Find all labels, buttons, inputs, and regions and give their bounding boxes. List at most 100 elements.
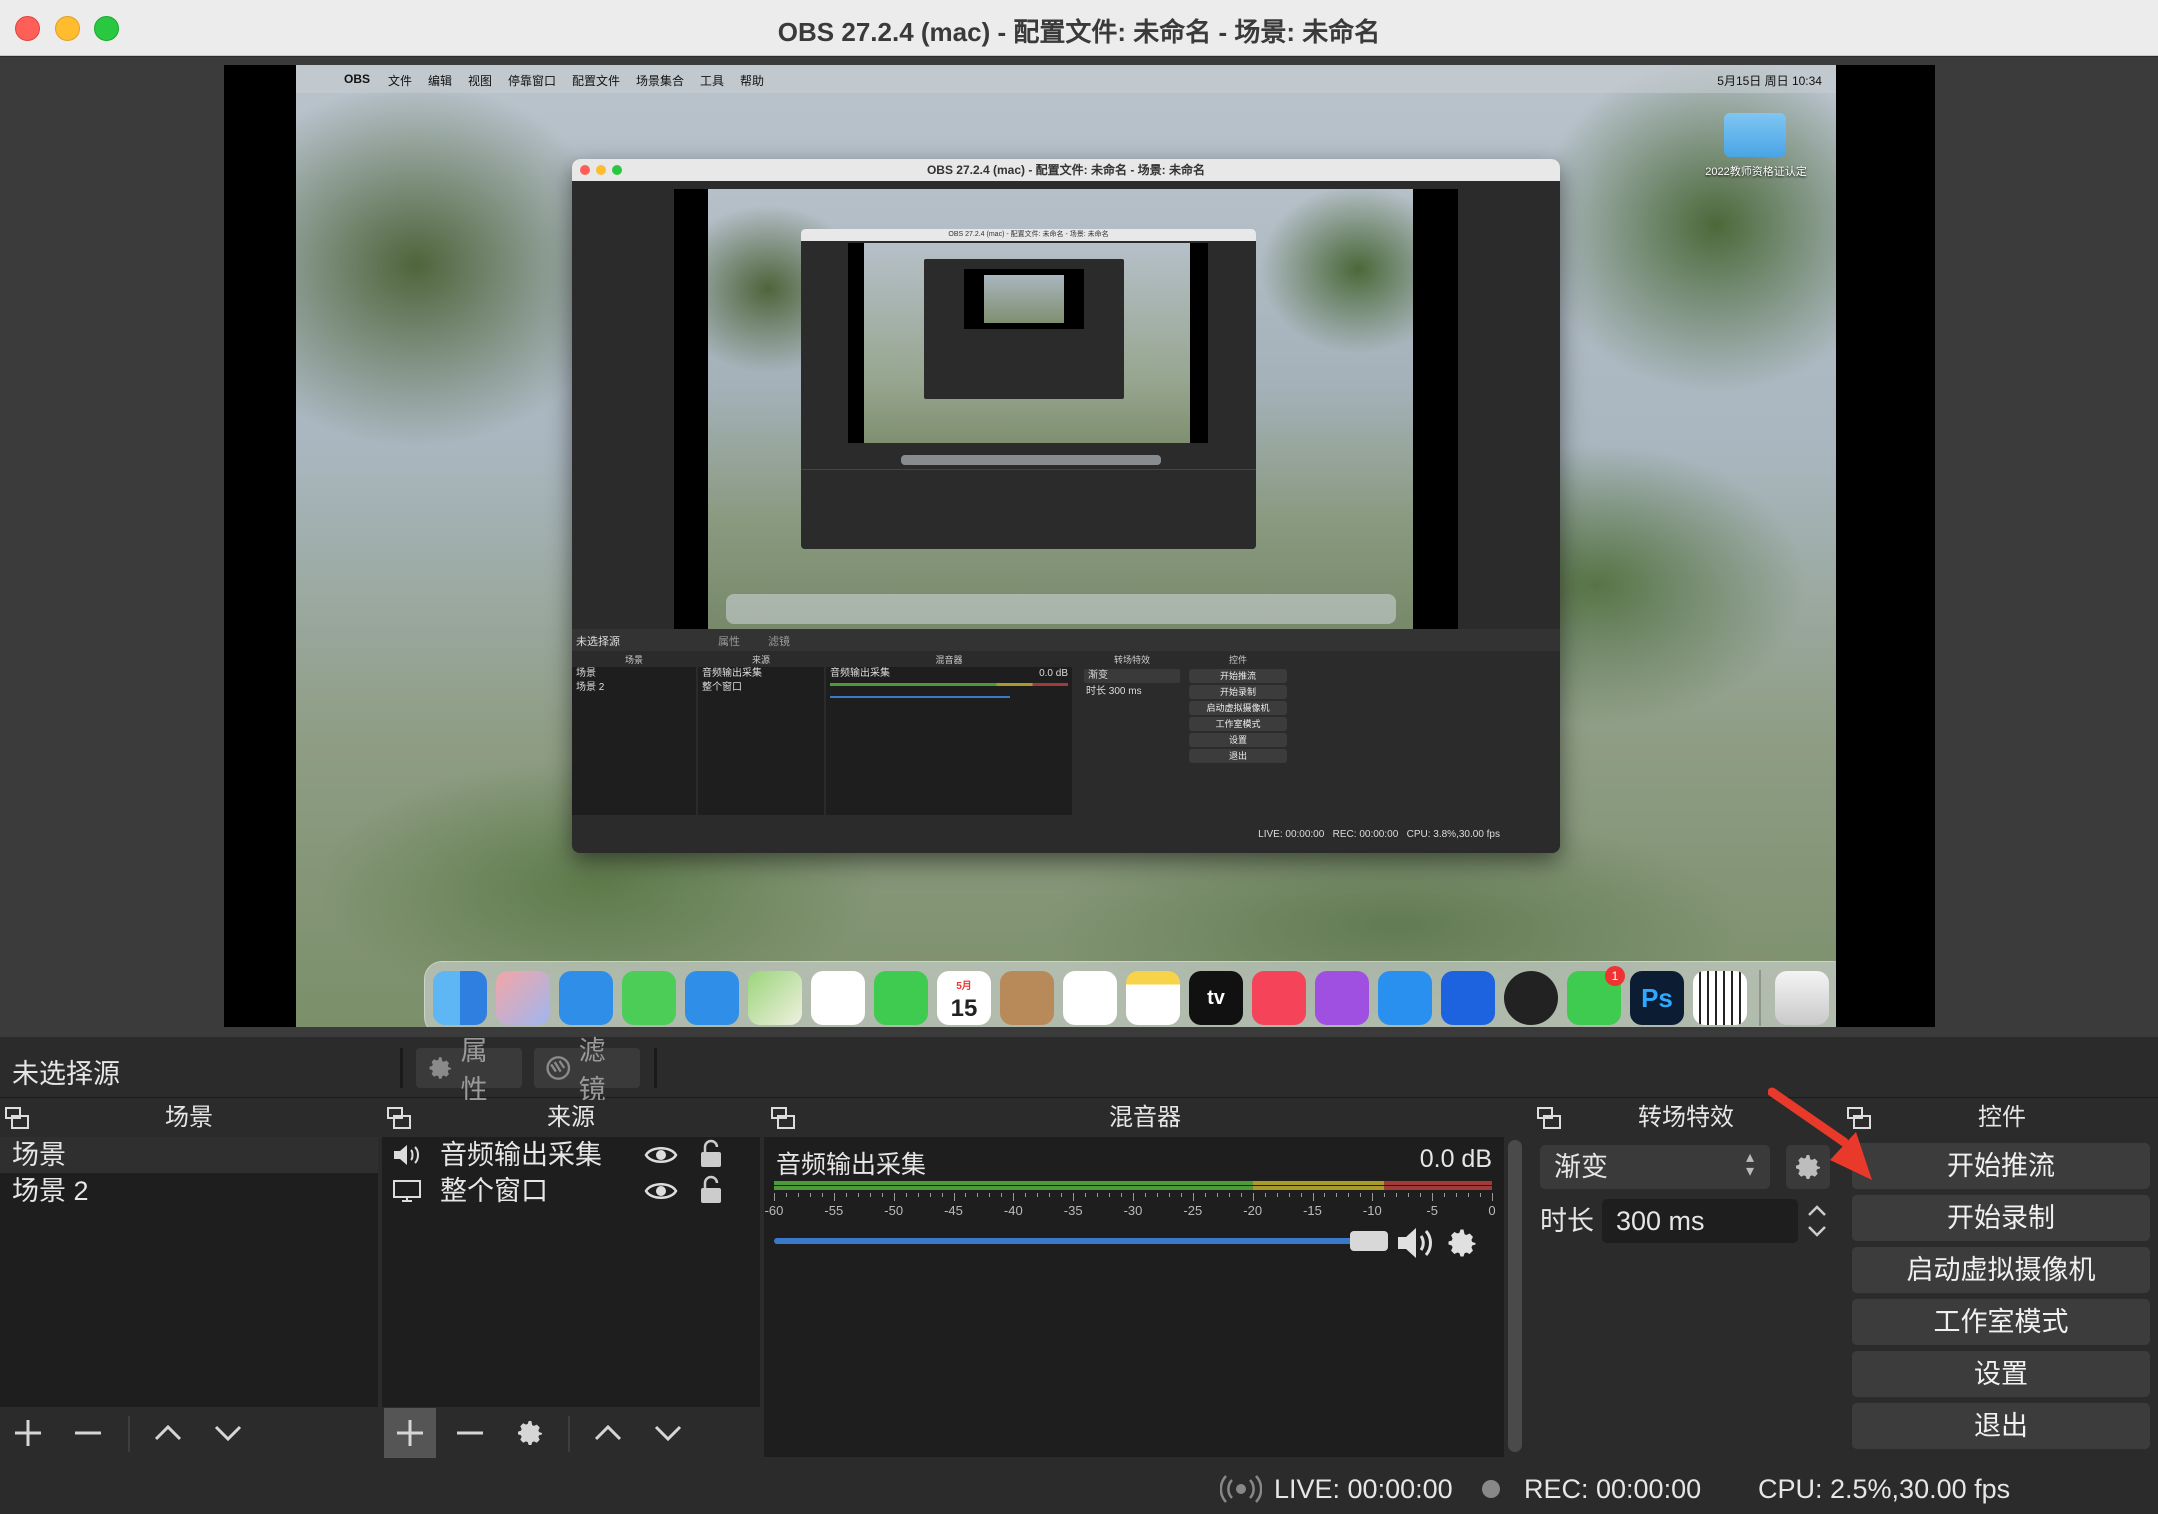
scenes-header: 场景: [0, 1100, 378, 1136]
nested-source-bar: 未选择源 属性 滤镜: [572, 629, 1560, 651]
remove-source-button[interactable]: [444, 1408, 496, 1458]
minus-icon: [75, 1431, 101, 1435]
remove-scene-button[interactable]: [62, 1408, 114, 1458]
meter-red-segment: [1384, 1186, 1492, 1190]
notes-icon: [1126, 971, 1180, 1025]
meter-minor-tick: [1408, 1193, 1410, 1197]
cpu-fps: CPU: 2.5%,30.00 fps: [1758, 1474, 2011, 1504]
scene-item[interactable]: 场景: [0, 1137, 378, 1173]
unlock-icon[interactable]: [698, 1139, 724, 1169]
gear-icon[interactable]: [1444, 1225, 1480, 1261]
meter-tick-label: -20: [1243, 1203, 1263, 1218]
meter-tick-label: -45: [944, 1203, 963, 1218]
duration-input[interactable]: 300 ms: [1602, 1199, 1798, 1243]
speaker-icon: [394, 1145, 419, 1165]
source-item[interactable]: 音频输出采集: [382, 1137, 760, 1173]
dock-undock-icon[interactable]: [386, 1106, 412, 1130]
messages-icon: [622, 971, 676, 1025]
meter-tick-label: -10: [1362, 1203, 1382, 1218]
menu-tools: 工具: [700, 74, 725, 88]
meter-tick-label: 0: [1488, 1203, 1496, 1218]
nested-cpu: CPU: 3.8%,30.00 fps: [1406, 829, 1500, 840]
finder-icon: [433, 971, 487, 1025]
exit-button[interactable]: 退出: [1852, 1403, 2150, 1449]
volume-slider[interactable]: [774, 1238, 1374, 1244]
record-dot-icon: [1482, 1480, 1500, 1498]
meter-tick-label: -40: [1003, 1203, 1023, 1218]
move-scene-up-button[interactable]: [142, 1408, 194, 1458]
meter-minor-tick: [1025, 1193, 1027, 1197]
meter-yellow-segment: [1252, 1186, 1385, 1190]
sources-footer: [382, 1408, 760, 1460]
chevron-down-icon: [654, 1425, 682, 1442]
dock-undock-icon[interactable]: [770, 1106, 796, 1130]
nested-ctrl-btn: 工作室模式: [1189, 717, 1287, 731]
nested-volume-slider: [830, 696, 1010, 698]
mixer-scrollbar[interactable]: [1508, 1140, 1522, 1452]
scenes-footer: [0, 1408, 378, 1460]
sources-list[interactable]: 音频输出采集 整个窗口: [382, 1137, 760, 1407]
nested-desktop: OBS 27.2.4 (mac) - 配置文件: 未命名 - 场景: 未命名: [708, 189, 1413, 629]
studio-mode-button[interactable]: 工作室模式: [1852, 1299, 2150, 1345]
meter-minor-tick: [1156, 1193, 1158, 1197]
appstore-icon: [1378, 971, 1432, 1025]
reminders-icon: [1063, 971, 1117, 1025]
meter-minor-tick: [965, 1193, 967, 1197]
meter-minor-tick: [1097, 1193, 1099, 1197]
nested-ctrl-btn: 开始录制: [1189, 685, 1287, 699]
mac-dock: 5月 15 tv 1 Ps: [424, 961, 1836, 1027]
transition-select[interactable]: 渐变 ▴ ▾: [1540, 1145, 1770, 1189]
eye-icon[interactable]: [644, 1143, 678, 1167]
duration-stepper[interactable]: [1802, 1199, 1832, 1243]
dock-undock-icon[interactable]: [4, 1106, 30, 1130]
nested-duration-label: 时长: [1086, 686, 1106, 697]
meter-tick-mark: [953, 1193, 955, 1201]
scenes-list[interactable]: 场景 场景 2: [0, 1137, 378, 1407]
meter-tick-mark: [833, 1193, 835, 1201]
toolbar-divider: [400, 1048, 403, 1088]
meter-minor-tick: [797, 1193, 799, 1197]
preview-area[interactable]: OBS 文件 编辑 视图 停靠窗口 配置文件 场景集合 工具 帮助 5月15日 …: [0, 57, 2158, 1037]
source-item[interactable]: 整个窗口: [382, 1173, 760, 1209]
meter-tick-mark: [1133, 1193, 1134, 1201]
source-properties-button[interactable]: [504, 1408, 556, 1458]
meter-minor-tick: [977, 1193, 979, 1197]
volume-slider-handle[interactable]: [1350, 1231, 1388, 1251]
scene-item[interactable]: 场景 2: [0, 1173, 378, 1209]
start-virtual-camera-button[interactable]: 启动虚拟摄像机: [1852, 1247, 2150, 1293]
start-streaming-button[interactable]: 开始推流: [1852, 1143, 2150, 1189]
preview-canvas[interactable]: OBS 文件 编辑 视图 停靠窗口 配置文件 场景集合 工具 帮助 5月15日 …: [224, 65, 1935, 1027]
eye-icon[interactable]: [644, 1179, 678, 1203]
nested-source-item: 音频输出采集: [702, 668, 762, 679]
nested-scene-item: 场景: [576, 668, 596, 679]
properties-label: 属性: [460, 1036, 488, 1105]
contacts-icon: [1000, 971, 1054, 1025]
meter-minor-tick: [1360, 1193, 1362, 1197]
start-recording-button[interactable]: 开始录制: [1852, 1195, 2150, 1241]
filters-button[interactable]: 滤镜: [534, 1036, 640, 1105]
broadcast-icon: [1220, 1475, 1262, 1503]
settings-button[interactable]: 设置: [1852, 1351, 2150, 1397]
nested-controls-panel: 控件 开始推流 开始录制 启动虚拟摄像机 工作室模式 设置 退出: [1186, 653, 1290, 815]
nested-preview: OBS 27.2.4 (mac) - 配置文件: 未命名 - 场景: 未命名: [674, 189, 1458, 629]
nested-duration-row: 时长 300 ms: [1082, 685, 1182, 699]
speaker-icon[interactable]: [1396, 1225, 1436, 1261]
add-scene-button[interactable]: [2, 1408, 54, 1458]
nested-ctrl-btn: 设置: [1189, 733, 1287, 747]
meter-minor-tick: [857, 1193, 859, 1197]
mixer-title: 混音器: [1109, 1104, 1181, 1131]
unlock-icon[interactable]: [698, 1175, 724, 1205]
dock-undock-icon[interactable]: [1536, 1106, 1562, 1130]
move-source-down-button[interactable]: [642, 1408, 694, 1458]
move-source-up-button[interactable]: [582, 1408, 634, 1458]
nested-duration: 300 ms: [1108, 686, 1142, 697]
move-scene-down-button[interactable]: [202, 1408, 254, 1458]
plus-icon: [397, 1420, 423, 1446]
properties-button[interactable]: 属性: [416, 1036, 522, 1105]
recursive-desktop: [984, 275, 1064, 323]
meter-minor-tick: [1324, 1193, 1326, 1197]
meter-minor-tick: [989, 1193, 991, 1197]
add-source-button[interactable]: [384, 1408, 436, 1458]
nested-ctrl-btn: 退出: [1189, 749, 1287, 763]
nested-status: LIVE: 00:00:00 REC: 00:00:00 CPU: 3.8%,3…: [1258, 829, 1500, 840]
